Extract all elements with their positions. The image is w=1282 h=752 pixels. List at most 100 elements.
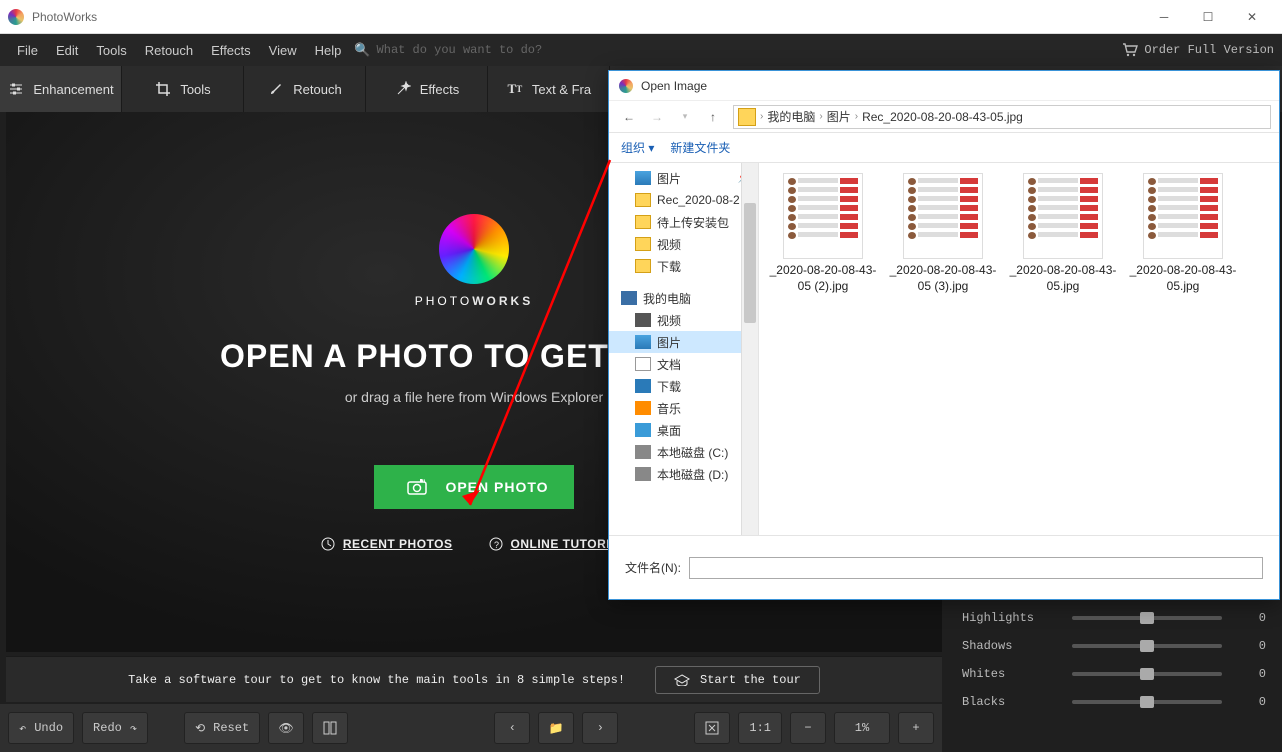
folder-icon	[635, 193, 651, 207]
zoom-in-button[interactable]: +	[898, 712, 934, 744]
recent-photos-link[interactable]: RECENT PHOTOS	[321, 537, 453, 551]
crumb-item[interactable]: 我的电脑	[767, 108, 815, 125]
folder-icon	[635, 215, 651, 229]
undo-icon: ↶	[19, 721, 26, 736]
menu-help[interactable]: Help	[306, 43, 351, 58]
file-item[interactable]: _2020-08-20-08-43-05 (2).jpg	[769, 173, 877, 294]
file-item[interactable]: _2020-08-20-08-43-05 (3).jpg	[889, 173, 997, 294]
photoworks-logo-icon	[439, 214, 509, 284]
app-logo-icon	[8, 9, 24, 25]
reset-button[interactable]: ⟲Reset	[184, 712, 260, 744]
menu-view[interactable]: View	[260, 43, 306, 58]
organize-menu[interactable]: 组织 ▾	[621, 139, 654, 156]
filename-input[interactable]	[689, 557, 1263, 579]
tour-bar: Take a software tour to get to know the …	[6, 656, 942, 702]
minus-icon: −	[804, 721, 811, 735]
nav-forward-button[interactable]: →	[645, 110, 669, 124]
disk-icon	[635, 445, 651, 459]
doc-icon	[635, 357, 651, 371]
tree-item[interactable]: 下载	[609, 375, 758, 397]
tab-text[interactable]: TT Text & Fra	[488, 66, 610, 112]
search-placeholder[interactable]: What do you want to do?	[377, 43, 543, 57]
undo-button[interactable]: ↶Undo	[8, 712, 74, 744]
tree-item[interactable]: 视频	[609, 233, 758, 255]
fit-icon	[705, 721, 719, 735]
tree-item[interactable]: 我的电脑	[609, 287, 758, 309]
nav-recent-button[interactable]: ▾	[673, 111, 697, 122]
nav-next-button[interactable]: ›	[582, 712, 618, 744]
redo-button[interactable]: Redo↷	[82, 712, 148, 744]
zoom-level[interactable]: 1%	[834, 712, 890, 744]
folder-button[interactable]: 📁	[538, 712, 574, 744]
tree-item-label: 本地磁盘 (C:)	[657, 444, 728, 461]
file-item[interactable]: _2020-08-20-08-43-05.jpg	[1129, 173, 1237, 294]
tab-effects[interactable]: Effects	[366, 66, 488, 112]
tree-item[interactable]: 音乐	[609, 397, 758, 419]
titlebar: PhotoWorks ─ ☐ ✕	[0, 0, 1282, 34]
file-list[interactable]: _2020-08-20-08-43-05 (2).jpg_2020-08-20-…	[759, 163, 1279, 535]
tree-item-label: 图片	[657, 334, 681, 351]
minimize-button[interactable]: ─	[1142, 0, 1186, 34]
maximize-button[interactable]: ☐	[1186, 0, 1230, 34]
fit-screen-button[interactable]	[694, 712, 730, 744]
close-button[interactable]: ✕	[1230, 0, 1274, 34]
file-thumbnail	[1143, 173, 1223, 259]
tree-item-label: 图片	[657, 170, 681, 187]
file-item[interactable]: _2020-08-20-08-43-05.jpg	[1009, 173, 1117, 294]
tree-item-label: 待上传安装包	[657, 214, 729, 231]
slider-highlights[interactable]: Highlights0	[962, 604, 1266, 632]
tree-item[interactable]: Rec_2020-08-2	[609, 189, 758, 211]
dialog-toolbar: 组织 ▾ 新建文件夹	[609, 133, 1279, 163]
chevron-right-icon: ›	[597, 721, 604, 735]
nav-up-button[interactable]: ↑	[701, 110, 725, 124]
tree-item[interactable]: 视频	[609, 309, 758, 331]
tree-item[interactable]: 桌面	[609, 419, 758, 441]
new-folder-button[interactable]: 新建文件夹	[670, 139, 730, 156]
slider-shadows[interactable]: Shadows0	[962, 632, 1266, 660]
video-icon	[635, 313, 651, 327]
tree-item[interactable]: 图片	[609, 331, 758, 353]
menu-tools[interactable]: Tools	[87, 43, 135, 58]
tree-item-label: 视频	[657, 312, 681, 329]
dialog-titlebar[interactable]: Open Image	[609, 71, 1279, 101]
tree-item[interactable]: 文档	[609, 353, 758, 375]
tree-item[interactable]: 本地磁盘 (D:)	[609, 463, 758, 485]
preview-toggle-button[interactable]: 👁	[268, 712, 304, 744]
folder-icon	[635, 259, 651, 273]
tree-item[interactable]: 下载	[609, 255, 758, 277]
compare-button[interactable]	[312, 712, 348, 744]
nav-prev-button[interactable]: ‹	[494, 712, 530, 744]
search-icon[interactable]: 🔍	[354, 42, 370, 58]
breadcrumb[interactable]: › 我的电脑 › 图片 › Rec_2020-08-20-08-43-05.jp…	[733, 105, 1271, 129]
start-tour-button[interactable]: Start the tour	[655, 666, 820, 694]
order-full-version-link[interactable]: Order Full Version	[1122, 43, 1274, 57]
dialog-nav: ← → ▾ ↑ › 我的电脑 › 图片 › Rec_2020-08-20-08-…	[609, 101, 1279, 133]
online-tutorials-link[interactable]: ? ONLINE TUTORIAL	[489, 537, 628, 551]
actual-size-button[interactable]: 1:1	[738, 712, 782, 744]
tree-item[interactable]: 本地磁盘 (C:)	[609, 441, 758, 463]
scrollbar[interactable]	[741, 163, 758, 535]
menu-retouch[interactable]: Retouch	[136, 43, 202, 58]
tree-item-label: 本地磁盘 (D:)	[657, 466, 728, 483]
zoom-out-button[interactable]: −	[790, 712, 826, 744]
folder-tree[interactable]: 图片📌Rec_2020-08-2待上传安装包视频下载我的电脑视频图片文档下载音乐…	[609, 163, 759, 535]
tab-enhancement[interactable]: Enhancement	[0, 66, 122, 112]
crumb-item[interactable]: Rec_2020-08-20-08-43-05.jpg	[862, 110, 1023, 124]
tab-tools[interactable]: Tools	[122, 66, 244, 112]
menu-file[interactable]: File	[8, 43, 47, 58]
graduation-icon	[674, 674, 690, 686]
menu-edit[interactable]: Edit	[47, 43, 87, 58]
menu-effects[interactable]: Effects	[202, 43, 260, 58]
slider-whites[interactable]: Whites0	[962, 660, 1266, 688]
cart-icon	[1122, 43, 1138, 57]
tree-item[interactable]: 图片📌	[609, 167, 758, 189]
tree-item[interactable]: 待上传安装包	[609, 211, 758, 233]
eye-icon: 👁	[279, 721, 294, 736]
crumb-item[interactable]: 图片	[827, 108, 851, 125]
file-thumbnail	[903, 173, 983, 259]
slider-blacks[interactable]: Blacks0	[962, 688, 1266, 716]
nav-back-button[interactable]: ←	[617, 110, 641, 124]
open-photo-button[interactable]: + OPEN PHOTO	[374, 465, 574, 509]
file-thumbnail	[1023, 173, 1103, 259]
tab-retouch[interactable]: Retouch	[244, 66, 366, 112]
